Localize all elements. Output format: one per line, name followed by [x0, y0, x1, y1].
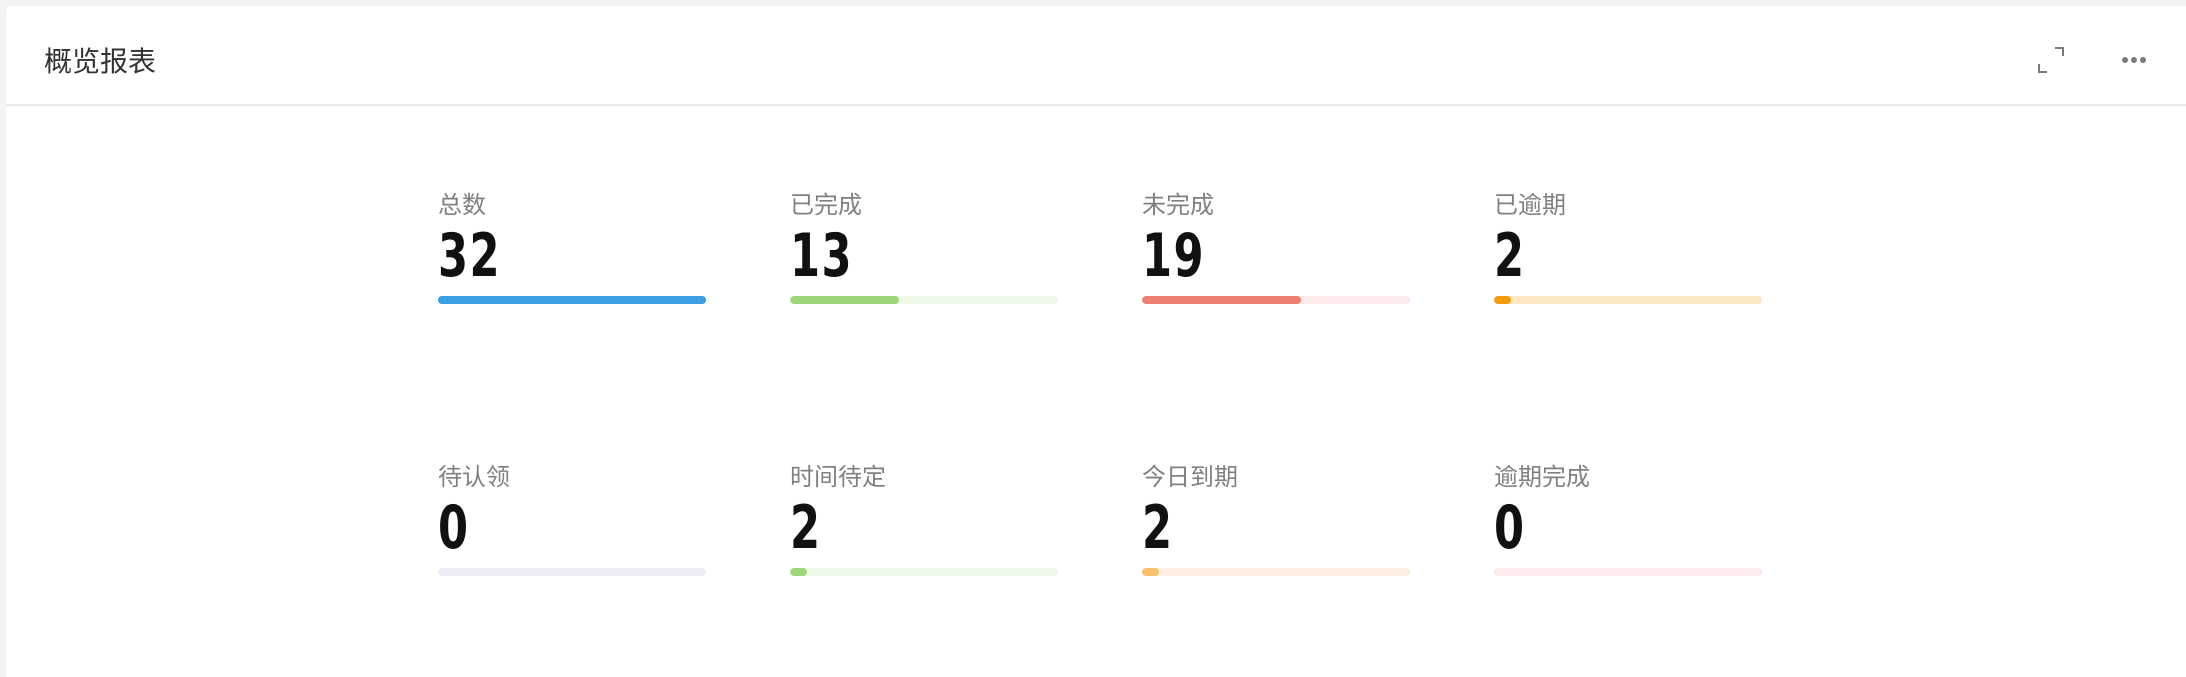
progress-fill	[1142, 296, 1302, 304]
progress-track	[438, 568, 706, 576]
stat-completed[interactable]: 已完成 13	[790, 188, 1058, 338]
stat-value: 0	[438, 493, 470, 563]
stat-label: 待认领	[438, 463, 510, 491]
stat-label: 逾期完成	[1494, 463, 1590, 491]
expand-icon[interactable]	[2033, 42, 2069, 78]
progress-fill	[1142, 568, 1159, 576]
stat-value: 0	[1494, 493, 1526, 563]
stat-incomplete[interactable]: 未完成 19	[1142, 188, 1410, 338]
stat-value: 32	[438, 221, 501, 291]
stat-completed-overdue[interactable]: 逾期完成 0	[1494, 460, 1762, 610]
expand-icon-svg	[2038, 47, 2064, 73]
stat-unclaimed[interactable]: 待认领 0	[438, 460, 706, 610]
stat-overdue[interactable]: 已逾期 2	[1494, 188, 1762, 338]
progress-track	[1142, 296, 1410, 304]
card-title: 概览报表	[44, 45, 157, 78]
progress-fill	[1494, 296, 1511, 304]
progress-fill	[790, 296, 899, 304]
stat-value: 2	[790, 493, 822, 563]
progress-track	[790, 296, 1058, 304]
stat-time-tbd[interactable]: 时间待定 2	[790, 460, 1058, 610]
stat-value: 2	[1142, 493, 1174, 563]
stat-label: 已逾期	[1494, 191, 1566, 219]
stat-label: 总数	[438, 191, 486, 219]
progress-fill	[790, 568, 807, 576]
overview-report-card: 概览报表 总数 32 已完成 13 未完成 19 已逾期 2 待认领 0 时间待…	[6, 6, 2186, 677]
stat-label: 今日到期	[1142, 463, 1238, 491]
more-horizontal-icon[interactable]	[2116, 42, 2152, 78]
stat-label: 已完成	[790, 191, 862, 219]
stat-total[interactable]: 总数 32	[438, 188, 706, 338]
progress-track	[790, 568, 1058, 576]
stat-label: 时间待定	[790, 463, 886, 491]
progress-fill	[438, 296, 706, 304]
more-icon-svg	[2122, 57, 2146, 63]
card-header: 概览报表	[6, 6, 2186, 106]
stat-label: 未完成	[1142, 191, 1214, 219]
progress-track	[1494, 296, 1762, 304]
stat-value: 13	[790, 221, 853, 291]
progress-track	[1142, 568, 1410, 576]
stat-value: 19	[1142, 221, 1205, 291]
progress-track	[438, 296, 706, 304]
progress-track	[1494, 568, 1762, 576]
stat-due-today[interactable]: 今日到期 2	[1142, 460, 1410, 610]
stat-value: 2	[1494, 221, 1526, 291]
